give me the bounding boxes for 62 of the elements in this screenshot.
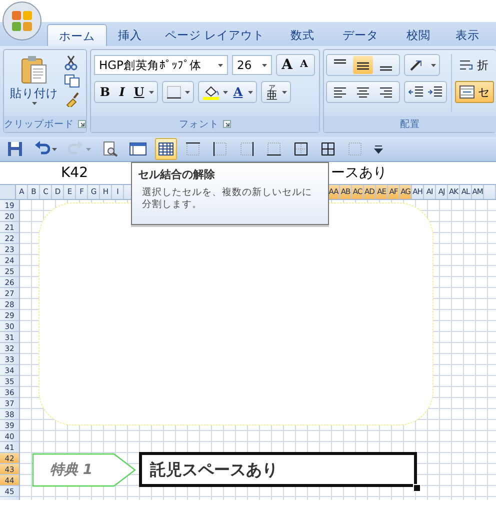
label-text: 特典 1 [50,461,93,479]
merge-cells-button[interactable]: セ [455,81,494,103]
fill-color-icon[interactable] [202,84,220,100]
align-center-icon[interactable] [355,85,371,99]
border-top-icon[interactable] [185,141,201,157]
save-icon[interactable] [7,141,23,157]
caret-icon [431,64,436,66]
clipboard-icon [20,55,48,85]
shrink-font-button[interactable]: A [297,55,311,75]
group-label: フォント [179,118,219,130]
border-bottom-icon[interactable] [266,141,282,157]
tooltip-text: 選択したセルを、複数の新しいセルに分割します。 [141,187,313,211]
caret-icon [149,90,154,94]
caret-icon[interactable] [52,148,57,150]
font-name-field[interactable]: HGP創英角ﾎﾟｯﾌﾟ体 [94,55,228,75]
wrap-text-icon [458,58,474,72]
wrap-text-button[interactable]: 折 [455,54,494,76]
launcher-icon[interactable] [223,120,231,128]
border-outside-icon[interactable] [293,141,309,157]
border-right-icon[interactable] [239,141,255,157]
border-icon[interactable] [166,85,182,99]
italic-button[interactable]: I [115,82,129,102]
window-icon[interactable] [129,141,147,157]
caret-icon [262,64,267,66]
caret-icon [185,90,190,94]
grow-font-button[interactable]: A [280,55,294,75]
ribbon-tab[interactable]: データ [328,24,393,46]
paste-button[interactable]: 貼り付け [10,53,58,113]
scissors-icon[interactable] [64,55,78,71]
indent-decrease-icon[interactable] [408,85,424,99]
ribbon-tab[interactable]: 挿入 [107,24,153,46]
caret-icon [223,90,228,94]
launcher-icon[interactable] [78,120,86,128]
caret-icon [282,90,287,94]
print-preview-icon[interactable] [102,141,118,157]
align-right-icon[interactable] [378,85,394,99]
undo-icon[interactable] [34,141,50,157]
bold-button[interactable]: B [98,82,112,102]
border-all-icon[interactable] [320,141,336,157]
copy-icon[interactable] [64,74,80,88]
ribbon-tab[interactable]: ページ レイアウト [153,24,277,46]
caret-icon [32,102,36,105]
ribbon-tab[interactable]: 校閲 [392,24,445,46]
brush-icon[interactable] [64,91,80,107]
ribbon-tab[interactable]: ホーム [47,24,107,46]
group-label: クリップボード [4,118,74,130]
table-icon[interactable] [158,141,174,157]
ribbon-tab[interactable]: 表示 [444,24,491,46]
align-left-icon[interactable] [332,85,348,99]
border-left-icon[interactable] [212,141,228,157]
font-size-field[interactable]: 26 [232,55,272,75]
fill-handle[interactable] [413,484,421,492]
merged-cell[interactable]: 託児スペースあり [139,452,417,487]
caret-icon [218,64,223,66]
merge-cells-icon [459,85,475,99]
indent-increase-icon[interactable] [427,85,443,99]
office-button[interactable] [2,1,42,41]
underline-button[interactable]: U [132,82,146,102]
group-label: 配置 [400,118,420,130]
formula-field[interactable]: ースあり [331,165,387,181]
ribbon-tab[interactable]: 数式 [276,24,329,46]
caret-icon [248,90,253,94]
